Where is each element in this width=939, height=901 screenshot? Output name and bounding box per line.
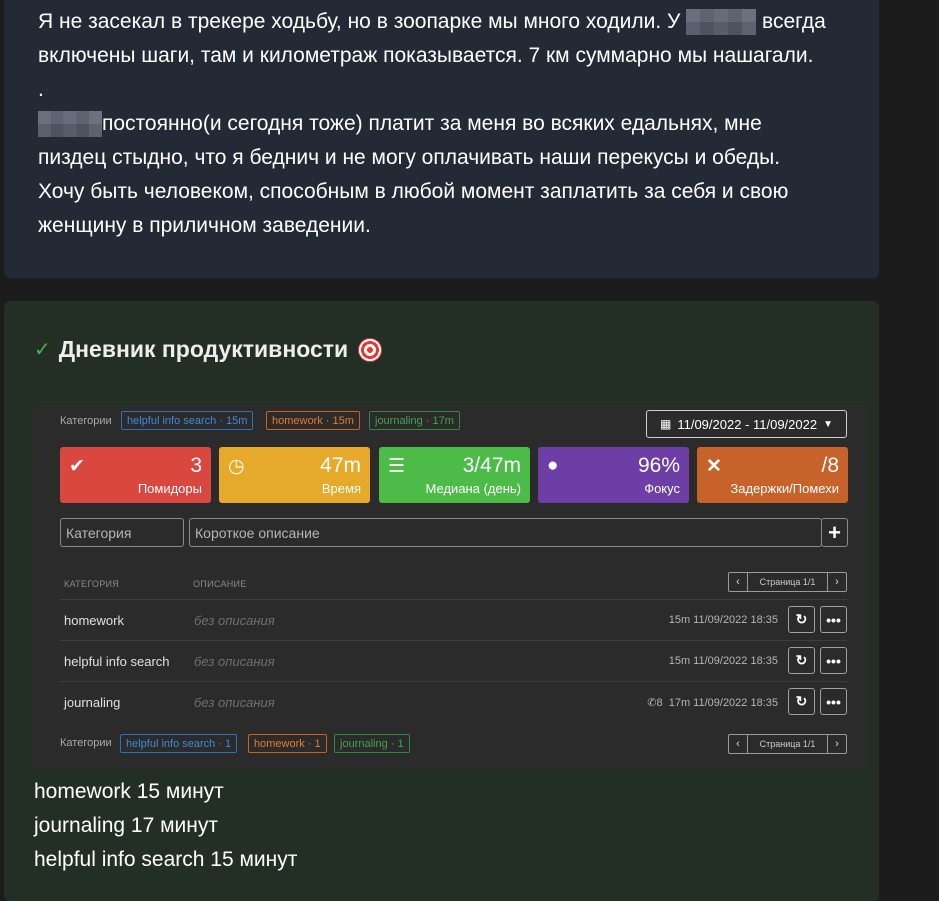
date-range-text: 11/09/2022 - 11/09/2022 bbox=[677, 416, 818, 432]
stat-value: 3/47m bbox=[462, 454, 521, 477]
more-button[interactable]: ••• bbox=[820, 647, 847, 674]
lightbulb-icon: ● bbox=[547, 455, 559, 476]
stat-value: /8 bbox=[821, 454, 839, 477]
row-meta-text: 17m 11/09/2022 18:35 bbox=[668, 697, 778, 709]
post-line-7: женщину в приличном заведении. bbox=[38, 214, 371, 237]
table-row: journaling без описания ✆8 17m 11/09/202… bbox=[60, 681, 847, 723]
tag-homework[interactable]: homework · 15m bbox=[266, 411, 360, 430]
chevron-left-icon[interactable]: ‹ bbox=[729, 735, 748, 753]
stat-label: Задержки/Помехи bbox=[730, 481, 839, 496]
stat-pomodoros: ✔ 3 Помидоры bbox=[60, 447, 211, 503]
stat-time: ◷ 47m Время bbox=[219, 447, 370, 503]
stat-label: Помидоры bbox=[137, 481, 202, 496]
description-input[interactable] bbox=[189, 518, 822, 547]
check-icon: ✓ bbox=[34, 339, 51, 361]
summary-line: homework 15 минут bbox=[34, 780, 224, 803]
row-meta: ✆8 17m 11/09/2022 18:35 bbox=[647, 696, 778, 709]
row-category: homework bbox=[64, 613, 124, 628]
table-row: homework без описания 15m 11/09/2022 18:… bbox=[60, 599, 847, 641]
target-icon bbox=[358, 337, 383, 362]
refresh-icon: ↻ bbox=[795, 693, 808, 709]
chevron-down-icon: ▼ bbox=[823, 418, 833, 430]
category-input[interactable] bbox=[60, 518, 184, 547]
pager-bottom: ‹ Страница 1/1 › bbox=[728, 734, 847, 754]
tag-journaling[interactable]: journaling · 17m bbox=[369, 411, 460, 430]
tag-homework[interactable]: homework · 1 bbox=[248, 734, 327, 753]
stat-value: 96% bbox=[637, 454, 680, 477]
date-range-button[interactable]: ▦ 11/09/2022 - 11/09/2022 ▼ bbox=[646, 410, 847, 438]
post-line-4: постоянно(и сегодня тоже) платит за меня… bbox=[38, 107, 762, 141]
pager-top: ‹ Страница 1/1 › bbox=[728, 572, 847, 592]
post-line-1: Я не засекал в трекере ходьбу, но в зооп… bbox=[38, 5, 826, 39]
ellipsis-icon: ••• bbox=[826, 693, 841, 710]
row-category: journaling bbox=[64, 695, 121, 710]
refresh-icon: ↻ bbox=[795, 611, 808, 627]
chevron-left-icon[interactable]: ‹ bbox=[729, 573, 748, 591]
ellipsis-icon: ••• bbox=[826, 652, 841, 669]
summary-line: helpful info search 15 минут bbox=[34, 848, 298, 871]
chevron-right-icon[interactable]: › bbox=[827, 735, 846, 753]
censored-name bbox=[38, 111, 102, 138]
censored-name bbox=[686, 9, 757, 36]
table-row: helpful info search без описания 15m 11/… bbox=[60, 640, 847, 682]
row-calls: 8 bbox=[656, 697, 663, 709]
stat-value: 47m bbox=[320, 454, 361, 477]
row-description: без описания bbox=[194, 654, 275, 669]
list-icon: ☰ bbox=[388, 456, 406, 477]
post-card: Я не засекал в трекере ходьбу, но в зооп… bbox=[4, 0, 879, 278]
post-text: всегда bbox=[762, 10, 826, 33]
post-text: Я не засекал в трекере ходьбу, но в зооп… bbox=[38, 10, 681, 33]
diary-title-text: Дневник продуктивности bbox=[58, 336, 349, 362]
row-description: без описания bbox=[194, 613, 275, 628]
refresh-icon: ↻ bbox=[795, 652, 808, 668]
stat-value: 3 bbox=[190, 454, 202, 477]
row-category: helpful info search bbox=[64, 654, 170, 669]
close-icon: ✕ bbox=[706, 456, 722, 477]
page-indicator: Страница 1/1 bbox=[759, 739, 816, 749]
column-header-description: ОПИСАНИЕ bbox=[193, 579, 247, 589]
clock-icon: ◷ bbox=[228, 456, 245, 477]
calendar-icon: ▦ bbox=[660, 417, 672, 431]
check-circle-icon: ✔ bbox=[69, 456, 85, 477]
post-text: постоянно(и сегодня тоже) платит за меня… bbox=[102, 112, 762, 135]
ellipsis-icon: ••• bbox=[826, 611, 841, 628]
row-meta: 15m 11/09/2022 18:35 bbox=[668, 655, 778, 667]
add-entry-button[interactable]: + bbox=[821, 518, 848, 547]
row-description: без описания bbox=[194, 695, 275, 710]
stat-focus: ● 96% Фокус bbox=[538, 447, 689, 503]
post-line-3: . bbox=[38, 78, 44, 101]
more-button[interactable]: ••• bbox=[820, 688, 847, 715]
stat-label: Время bbox=[321, 481, 361, 496]
diary-title: ✓ Дневник продуктивности bbox=[34, 336, 383, 363]
post-line-5: пиздец стыдно, что я беднич и не могу оп… bbox=[38, 146, 781, 169]
stat-label: Медиана (день) bbox=[425, 481, 521, 496]
stat-interruptions: ✕ /8 Задержки/Помехи bbox=[697, 447, 848, 503]
post-line-6: Хочу быть человеком, способным в любой м… bbox=[38, 180, 789, 203]
stat-label: Фокус bbox=[644, 481, 680, 496]
row-meta: 15m 11/09/2022 18:35 bbox=[668, 614, 778, 626]
tag-helpful-info-search[interactable]: helpful info search · 1 bbox=[120, 734, 238, 753]
more-button[interactable]: ••• bbox=[820, 606, 847, 633]
restart-button[interactable]: ↻ bbox=[788, 606, 815, 633]
tag-helpful-info-search[interactable]: helpful info search · 15m bbox=[121, 411, 254, 430]
stat-median: ☰ 3/47m Медиана (день) bbox=[379, 447, 530, 503]
summary-line: journaling 17 минут bbox=[34, 814, 218, 837]
productivity-widget: Категории helpful info search · 15m home… bbox=[34, 405, 866, 769]
chevron-right-icon[interactable]: › bbox=[827, 573, 846, 591]
post-line-2: включены шаги, там и километраж показыва… bbox=[38, 44, 814, 67]
categories-label: Категории bbox=[60, 737, 112, 749]
restart-button[interactable]: ↻ bbox=[788, 688, 815, 715]
restart-button[interactable]: ↻ bbox=[788, 647, 815, 674]
tag-journaling[interactable]: journaling · 1 bbox=[334, 734, 410, 753]
plus-icon: + bbox=[828, 519, 841, 545]
page-indicator: Страница 1/1 bbox=[759, 577, 816, 587]
categories-label: Категории bbox=[60, 415, 112, 427]
column-header-category: КАТЕГОРИЯ bbox=[64, 579, 120, 589]
